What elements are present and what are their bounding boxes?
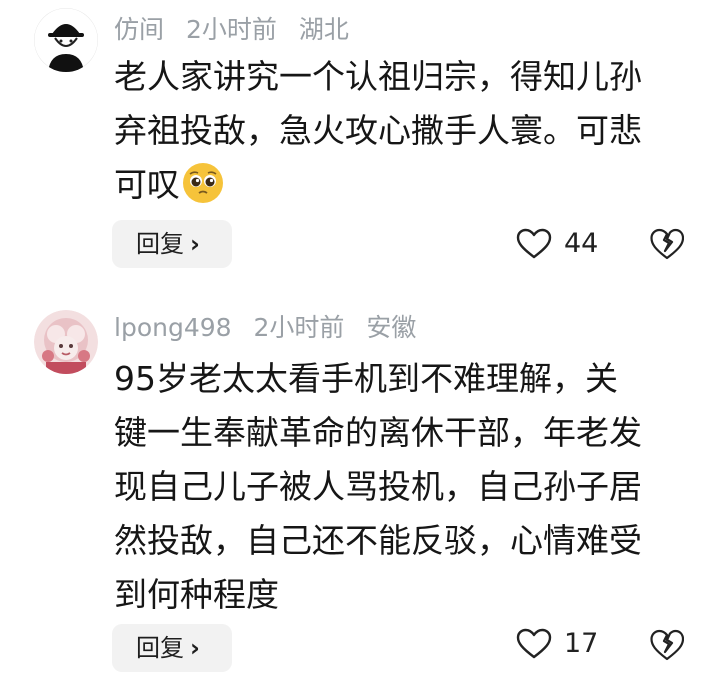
chevron-right-icon: ›: [190, 230, 200, 258]
like-count: 44: [564, 228, 599, 259]
username[interactable]: lpong498: [114, 313, 232, 342]
comment-text: 老人家讲究一个认祖归宗，得知儿孙 弃祖投敌，急火攻心撒手人寰。可悲 可叹: [114, 50, 704, 212]
reply-button[interactable]: 回复 ›: [112, 220, 232, 268]
chevron-right-icon: ›: [190, 634, 200, 662]
comment-text: 95岁老太太看手机到不难理解，关 键一生奉献革命的离休干部，年老发 现自己儿子被…: [114, 352, 704, 622]
comment-line: 键一生奉献革命的离休干部，年老发: [114, 413, 642, 452]
comment-meta: 仿间 2小时前 湖北: [114, 10, 363, 50]
comment-line: 可叹: [114, 158, 704, 212]
timestamp: 2小时前: [253, 313, 345, 342]
comment-line: 老人家讲究一个认祖归宗，得知儿孙: [114, 57, 642, 96]
avatar[interactable]: [34, 8, 98, 72]
pleading-face-emoji-icon: [183, 163, 223, 203]
like-button[interactable]: 44: [516, 220, 606, 268]
broken-heart-icon[interactable]: [650, 628, 684, 662]
broken-heart-icon[interactable]: [650, 227, 684, 261]
location: 安徽: [366, 313, 417, 342]
comment-line: 现自己儿子被人骂投机，自己孙子居: [114, 467, 642, 506]
avatar[interactable]: [34, 310, 98, 374]
reply-button[interactable]: 回复 ›: [112, 624, 232, 672]
like-button[interactable]: 17: [516, 620, 606, 668]
reply-label: 回复: [136, 230, 184, 258]
reply-label: 回复: [136, 634, 184, 662]
comment-line: 然投敌，自己还不能反驳，心情难受: [114, 521, 642, 560]
comment-line: 弃祖投敌，急火攻心撒手人寰。可悲: [114, 111, 642, 150]
comment-line-text: 可叹: [114, 165, 180, 204]
timestamp: 2小时前: [185, 15, 277, 44]
heart-outline-icon: [516, 628, 552, 659]
comment-line: 到何种程度: [114, 575, 279, 614]
like-count: 17: [564, 628, 599, 659]
heart-outline-icon: [516, 228, 552, 259]
comment-line: 95岁老太太看手机到不难理解，关: [114, 359, 618, 398]
location: 湖北: [298, 15, 349, 44]
username[interactable]: 仿间: [114, 15, 164, 44]
comment-meta: lpong498 2小时前 安徽: [114, 308, 430, 348]
